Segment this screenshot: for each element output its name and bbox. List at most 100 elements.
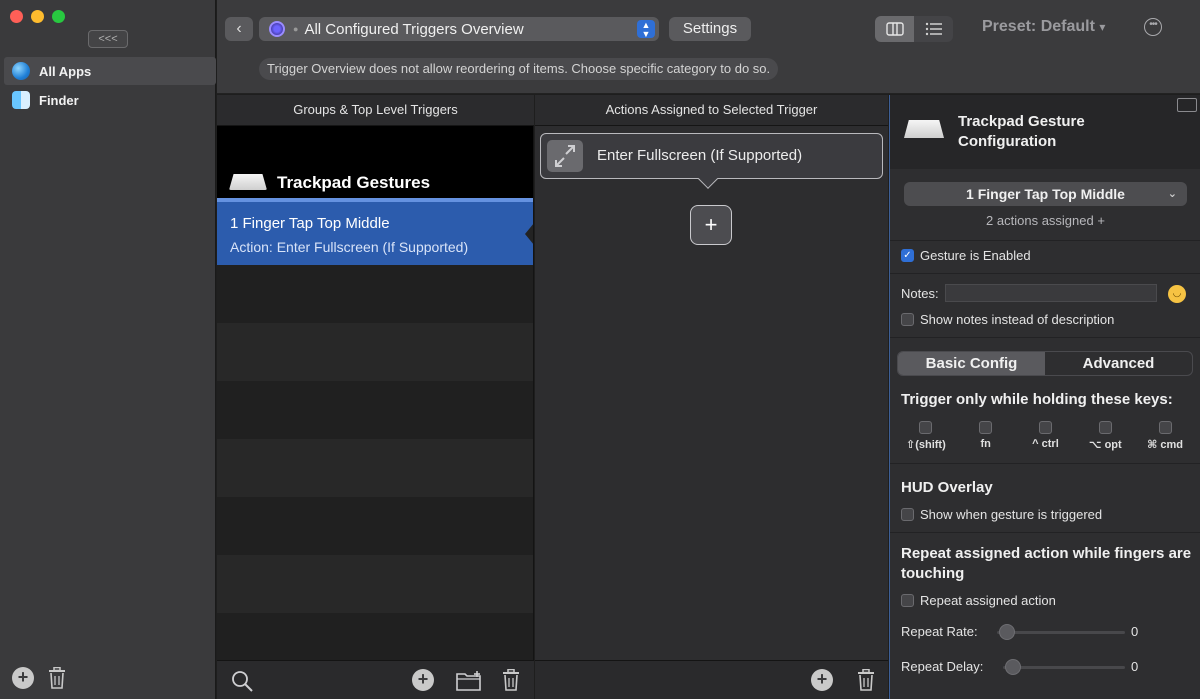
divider (890, 463, 1200, 464)
emoji-icon[interactable]: ◡ (1168, 285, 1186, 303)
modifier-key-fn[interactable]: fn (958, 421, 1014, 451)
actions-bottom-bar: + (535, 660, 888, 699)
action-label: Enter Fullscreen (If Supported) (597, 147, 803, 164)
cmd-checkbox[interactable] (1158, 421, 1172, 434)
modifier-key-cmd[interactable]: ⌘ cmd (1137, 421, 1193, 451)
list-empty-row (217, 323, 533, 381)
notes-label-text: Notes: (901, 286, 939, 301)
modifier-key-opt[interactable]: ⌥ opt (1077, 421, 1133, 451)
divider (890, 337, 1200, 338)
repeat-delay-slider-handle[interactable] (1005, 659, 1021, 675)
list-empty-row (217, 439, 533, 497)
configuration-panel: Trackpad Gesture Configuration 1 Finger … (889, 95, 1200, 699)
group-header-trackpad-gestures[interactable]: Trackpad Gestures (217, 126, 533, 198)
hud-overlay-checkbox[interactable] (901, 508, 914, 521)
config-tabs: Basic Config Advanced (897, 351, 1193, 376)
hud-overlay-label: Show when gesture is triggered (920, 507, 1103, 522)
sidebar-item-all-apps[interactable]: All Apps (4, 57, 216, 85)
actions-column-header: Actions Assigned to Selected Trigger (535, 95, 888, 126)
repeat-action-checkbox[interactable] (901, 594, 914, 607)
hud-overlay-row[interactable]: Show when gesture is triggered (901, 507, 1102, 522)
repeat-delay-label: Repeat Delay: (901, 659, 984, 674)
settings-button[interactable]: Settings (669, 17, 751, 41)
gesture-enabled-row[interactable]: ✓ Gesture is Enabled (901, 248, 1031, 263)
cmd-label: ⌘ cmd (1147, 439, 1184, 451)
repeat-action-row[interactable]: Repeat assigned action (901, 593, 1056, 608)
tab-advanced[interactable]: Advanced (1045, 352, 1192, 375)
search-icon[interactable] (231, 670, 253, 692)
back-button[interactable]: ‹ (225, 17, 253, 41)
config-title: Trackpad Gesture Configuration (958, 113, 1085, 150)
view-toggle (875, 16, 953, 42)
trash-icon[interactable] (857, 669, 875, 691)
show-notes-checkbox[interactable] (901, 313, 914, 326)
show-notes-row[interactable]: Show notes instead of description (901, 312, 1114, 327)
sidebar-item-finder[interactable]: Finder (4, 86, 216, 114)
columns-icon (885, 22, 904, 36)
modifier-key-shift[interactable]: ⇧(shift) (898, 421, 954, 451)
repeat-delay-value: 0 (1131, 659, 1139, 674)
chevron-down-icon: ⌄ (1167, 188, 1177, 200)
hud-overlay-title: HUD Overlay (901, 479, 993, 496)
modifier-key-ctrl[interactable]: ^ ctrl (1017, 421, 1073, 451)
shift-label: ⇧(shift) (906, 439, 946, 451)
trigger-row-selected[interactable]: 1 Finger Tap Top Middle Action: Enter Fu… (217, 202, 533, 265)
repeat-delay-slider[interactable] (1003, 666, 1125, 669)
list-empty-row (217, 497, 533, 555)
sidebar: <<< All Apps Finder + (0, 0, 216, 699)
trash-icon[interactable] (502, 669, 520, 691)
divider (890, 532, 1200, 533)
list-view-button[interactable] (914, 16, 953, 42)
finder-icon (12, 91, 30, 109)
ctrl-checkbox[interactable] (1038, 421, 1052, 434)
shift-checkbox[interactable] (919, 421, 933, 434)
trigger-type-dropdown[interactable]: 1 Finger Tap Top Middle ⌄ (904, 182, 1187, 206)
fn-label: fn (980, 438, 991, 450)
add-app-button[interactable]: + (12, 667, 34, 689)
trackpad-icon (229, 174, 267, 190)
action-pointer (698, 169, 718, 189)
repeat-rate-slider-handle[interactable] (999, 624, 1015, 640)
trigger-category-value: All Configured Triggers Overview (304, 20, 524, 38)
reorder-notice: Trigger Overview does not allow reorderi… (259, 58, 779, 80)
selection-notch (525, 223, 533, 245)
fn-checkbox[interactable] (979, 421, 993, 434)
add-group-folder-icon[interactable] (456, 670, 484, 692)
repeat-rate-value: 0 (1131, 624, 1139, 639)
zoom-window-button[interactable] (52, 10, 65, 23)
chevron-left-icon: ‹ (236, 20, 242, 37)
target-icon (269, 21, 285, 37)
detach-window-icon[interactable] (1177, 98, 1197, 112)
add-action-button[interactable]: + (690, 205, 732, 245)
gesture-enabled-label: Gesture is Enabled (920, 248, 1031, 263)
more-options-icon[interactable]: ••• (1144, 18, 1162, 36)
column-view-button[interactable] (875, 16, 914, 42)
repeat-rate-slider[interactable] (997, 631, 1125, 634)
tab-basic-config[interactable]: Basic Config (898, 352, 1045, 375)
trigger-category-select[interactable]: ● All Configured Triggers Overview ▲ ▼ (259, 17, 659, 41)
add-action-bottom-button[interactable]: + (811, 669, 833, 691)
list-empty-row (217, 381, 533, 439)
actions-assigned-link[interactable]: 2 actions assigned + (890, 213, 1200, 228)
config-header: Trackpad Gesture Configuration (890, 95, 1200, 169)
repeat-action-title: Repeat assigned action while fingers are… (901, 545, 1192, 582)
group-name: Trackpad Gestures (277, 173, 431, 192)
action-item[interactable]: Enter Fullscreen (If Supported) (540, 133, 883, 189)
trigger-subtitle: Action: Enter Fullscreen (If Supported) (230, 239, 469, 255)
actions-list: Enter Fullscreen (If Supported) + (535, 126, 888, 660)
collapse-sidebar-button[interactable]: <<< (88, 30, 128, 48)
minimize-window-button[interactable] (31, 10, 44, 23)
add-trigger-button[interactable]: + (412, 669, 434, 691)
trash-icon[interactable] (48, 667, 66, 689)
close-window-button[interactable] (10, 10, 23, 23)
notes-input[interactable] (945, 284, 1157, 302)
globe-icon (12, 62, 30, 80)
list-empty-row (217, 265, 533, 323)
list-empty-row (217, 613, 533, 660)
repeat-rate-row: Repeat Rate: 0 (901, 623, 1200, 641)
sidebar-item-label: All Apps (39, 63, 92, 79)
opt-label: ⌥ opt (1088, 439, 1122, 451)
opt-checkbox[interactable] (1098, 421, 1112, 434)
gesture-enabled-checkbox[interactable]: ✓ (901, 249, 914, 262)
preset-selector[interactable]: Preset: Default ▾ (982, 18, 1105, 36)
